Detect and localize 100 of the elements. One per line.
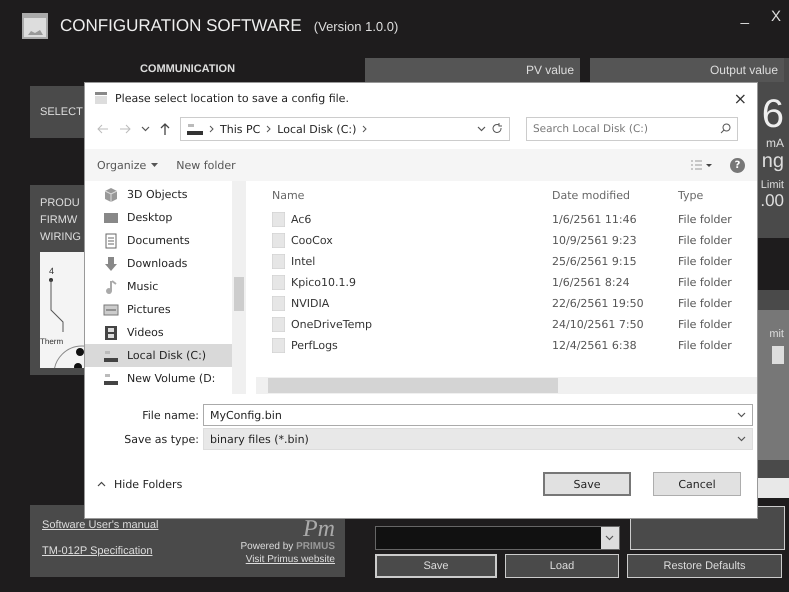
column-header[interactable]: Name — [272, 188, 552, 202]
film-icon — [103, 324, 119, 340]
history-chevron-icon[interactable] — [477, 126, 486, 132]
folder-icon — [272, 233, 285, 248]
view-options-icon[interactable] — [690, 159, 712, 171]
file-name-cell[interactable]: PerfLogs — [291, 339, 338, 352]
action-button[interactable]: Load — [505, 554, 619, 578]
document-icon — [103, 232, 119, 248]
minimize-button[interactable]: _ — [740, 8, 749, 25]
folder-icon — [272, 317, 285, 332]
date-cell-text: 22/6/2561 19:50 — [552, 297, 645, 310]
horizontal-scrollbar[interactable] — [256, 377, 757, 394]
help-button[interactable]: ? — [730, 158, 745, 172]
file-name-cell[interactable]: Ac6 — [291, 213, 312, 226]
type-cell-text: File folder — [678, 318, 733, 331]
date-cell-text: 25/6/2561 9:15 — [552, 255, 638, 268]
document-link[interactable]: TM-012P Specification — [42, 545, 158, 557]
limit-value: .00 — [760, 191, 784, 211]
limit-label: mit — [769, 328, 784, 340]
product-info-label: WIRING — [40, 231, 81, 243]
communication-heading: COMMUNICATION — [138, 62, 236, 77]
computer-icon — [187, 123, 203, 135]
version-label: (Version 1.0.0) — [314, 18, 398, 34]
search-field[interactable]: Search Local Disk (C:) — [526, 117, 738, 141]
caret-icon — [151, 163, 158, 167]
type-cell-text: File folder — [678, 339, 733, 352]
close-button[interactable]: × — [734, 88, 747, 108]
type-cell-text: File folder — [678, 234, 733, 247]
navigation-item[interactable]: Downloads — [85, 252, 232, 275]
unit-label: mA — [766, 136, 784, 150]
navigation-item[interactable]: Pictures — [85, 298, 232, 321]
close-button[interactable]: X — [770, 8, 781, 25]
navigation-item[interactable]: Local Disk (C:) — [85, 344, 232, 367]
date-cell-text: 1/6/2561 11:46 — [552, 213, 638, 226]
select-label: SELECT — [40, 106, 83, 118]
product-info-label: FIRMW — [40, 214, 78, 226]
output-value: 6 — [762, 92, 784, 136]
download-arrow-icon — [103, 256, 119, 272]
scrollbar[interactable] — [232, 181, 246, 394]
navigation-item[interactable]: 3D Objects — [85, 183, 232, 206]
folder-icon — [272, 338, 285, 353]
dialog-icon — [95, 92, 107, 104]
date-cell-text: 24/10/2561 7:50 — [552, 318, 645, 331]
separator-icon — [266, 125, 272, 133]
pv-header: PV value — [526, 63, 574, 77]
action-button[interactable]: Save — [375, 554, 497, 578]
save-type-label: Save as type: — [123, 432, 200, 446]
action-button[interactable]: Restore Defaults — [627, 554, 782, 578]
type-cell-text: File folder — [678, 255, 733, 268]
type-cell-text: File folder — [678, 213, 733, 226]
type-cell-text: File folder — [678, 276, 733, 289]
navigation-item[interactable]: Videos — [85, 321, 232, 344]
navigation-item[interactable]: Music — [85, 275, 232, 298]
date-cell-text: 1/6/2561 8:24 — [552, 276, 631, 289]
navigation-item[interactable]: New Volume (D: — [85, 367, 232, 390]
music-note-icon — [103, 278, 119, 294]
dropdown-field[interactable] — [375, 526, 620, 550]
type-cell-text: File folder — [678, 297, 733, 310]
save-type-dropdown[interactable]: binary files (*.bin) — [203, 428, 753, 450]
window-title: CONFIGURATION SOFTWARE — [60, 16, 302, 36]
hide-folders-button[interactable]: Hide Folders — [97, 478, 182, 490]
caret-icon — [97, 481, 106, 487]
powered-by-label: Powered by PRIMUS — [240, 541, 335, 552]
product-info-label: PRODU — [40, 197, 80, 209]
picture-frame-icon — [103, 302, 119, 318]
folder-icon — [272, 212, 285, 227]
refresh-icon[interactable] — [492, 123, 503, 135]
organize-menu[interactable]: Organize — [97, 158, 158, 172]
website-link[interactable]: Visit Primus website — [246, 554, 335, 565]
column-header[interactable]: Date modified — [552, 188, 678, 202]
file-name-cell[interactable]: Intel — [291, 255, 316, 268]
column-header[interactable]: Type — [678, 188, 757, 202]
recent-chevron-icon[interactable] — [141, 126, 150, 132]
file-name-cell[interactable]: NVIDIA — [291, 297, 330, 310]
file-name-field[interactable]: MyConfig.bin — [203, 404, 753, 426]
file-name-cell[interactable]: CooCox — [291, 234, 333, 247]
folder-icon — [272, 275, 285, 290]
up-arrow-icon[interactable] — [160, 123, 170, 135]
cancel-button[interactable]: Cancel — [653, 472, 741, 496]
save-button[interactable]: Save — [543, 472, 631, 496]
limit-label: Limit — [760, 179, 784, 191]
new-folder-button[interactable]: New folder — [176, 158, 236, 172]
breadcrumb-item[interactable]: Local Disk (C:) — [277, 122, 356, 136]
cube-icon — [103, 186, 119, 202]
chevron-down-icon[interactable] — [605, 535, 614, 541]
search-icon — [720, 123, 731, 134]
separator-icon — [362, 125, 368, 133]
address-bar[interactable]: This PC Local Disk (C:) — [180, 117, 510, 141]
breadcrumb-item[interactable]: This PC — [220, 122, 260, 136]
dropdown-chevron-icon[interactable] — [737, 436, 746, 442]
output-header: Output value — [710, 63, 778, 77]
dropdown-chevron-icon[interactable] — [737, 412, 746, 418]
file-name-label: File name: — [141, 408, 200, 422]
folder-icon — [272, 254, 285, 269]
status-text: ng — [762, 150, 784, 173]
navigation-item[interactable]: Documents — [85, 229, 232, 252]
navigation-item[interactable]: Desktop — [85, 206, 232, 229]
separator-icon — [209, 125, 214, 133]
document-link[interactable]: Software User's manual — [42, 519, 158, 531]
app-icon — [22, 13, 48, 39]
